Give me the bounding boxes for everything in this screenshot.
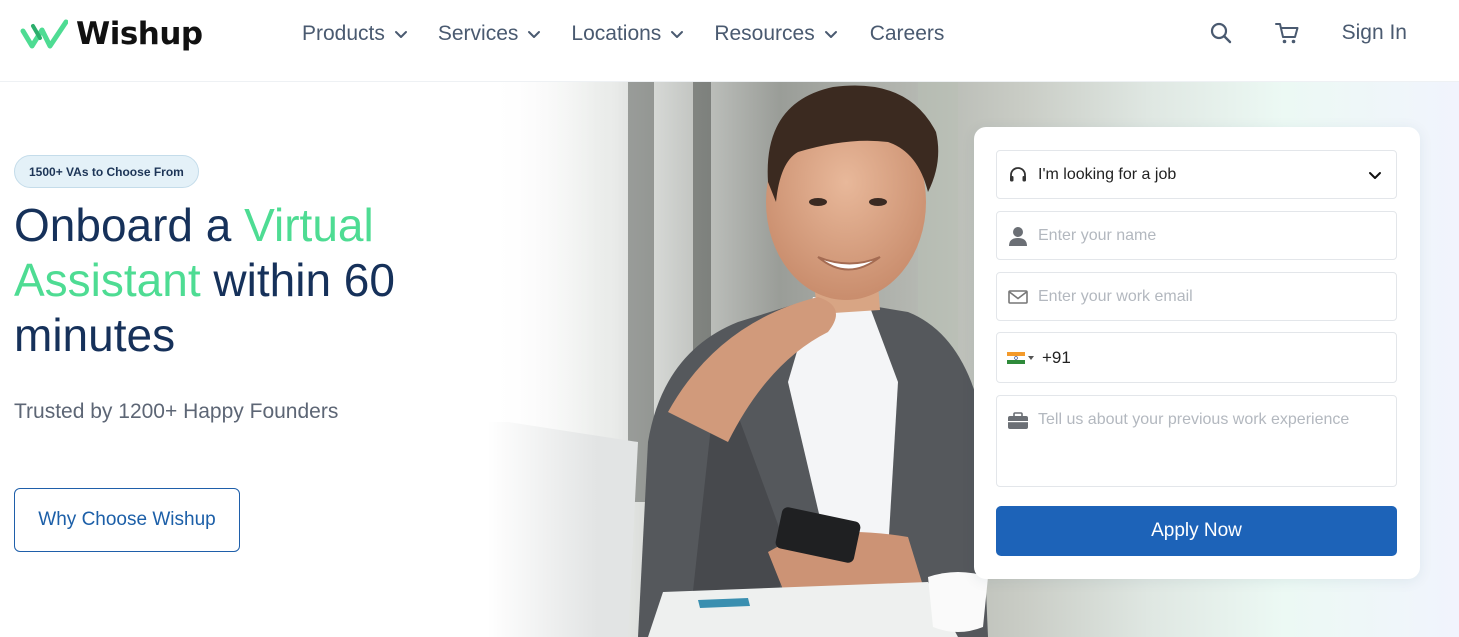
nav-careers[interactable]: Careers: [870, 20, 945, 48]
nav-resources[interactable]: Resources: [714, 20, 837, 48]
nav-label: Services: [437, 22, 519, 45]
hero-subline: Trusted by 1200+ Happy Founders: [14, 400, 339, 423]
country-code: +91: [1042, 347, 1071, 367]
search-icon: [1210, 22, 1231, 44]
user-icon: [1007, 225, 1029, 247]
chevron-down-icon: [528, 31, 541, 38]
apply-now-button[interactable]: Apply Now: [996, 506, 1397, 556]
nav-label: Products: [302, 22, 385, 45]
nav-label: Resources: [714, 22, 815, 45]
nav-label: Careers: [869, 22, 945, 45]
wishup-logo[interactable]: Wishup: [20, 16, 203, 52]
phone-field[interactable]: +91: [996, 332, 1397, 383]
header-actions: Sign In: [1208, 20, 1407, 46]
cart-button[interactable]: [1274, 20, 1300, 46]
chevron-down-icon: [824, 31, 837, 38]
main-nav: Products Services Locations Resources Ca…: [302, 20, 944, 48]
role-select-value: I'm looking for a job: [1038, 165, 1177, 183]
india-flag-icon[interactable]: [1007, 352, 1025, 364]
briefcase-icon: [1007, 410, 1029, 432]
search-button[interactable]: [1208, 20, 1234, 46]
role-select[interactable]: I'm looking for a job: [996, 150, 1397, 199]
name-field[interactable]: Enter your name: [996, 211, 1397, 260]
wishup-logo-icon: [20, 19, 68, 49]
name-placeholder: Enter your name: [1038, 226, 1157, 244]
chevron-down-icon: [394, 31, 407, 38]
apply-form-card: I'm looking for a job Enter your name En…: [974, 127, 1420, 579]
headset-icon: [1007, 164, 1029, 186]
chevron-down-icon: [671, 31, 684, 38]
vas-count-badge: 1500+ VAs to Choose From: [14, 155, 199, 188]
brand-name: Wishup: [76, 16, 203, 52]
email-field[interactable]: Enter your work email: [996, 272, 1397, 321]
headline-part1: Onboard a: [14, 199, 245, 251]
why-choose-wishup-button[interactable]: Why Choose Wishup: [14, 488, 240, 552]
experience-placeholder: Tell us about your previous work experie…: [1038, 411, 1350, 428]
site-header: Wishup Products Services Locations Resou…: [0, 0, 1459, 82]
experience-textarea[interactable]: Tell us about your previous work experie…: [996, 395, 1397, 487]
nav-label: Locations: [571, 22, 662, 45]
chevron-down-icon: [1369, 171, 1381, 179]
cart-icon: [1274, 23, 1299, 44]
hero-headline: Onboard a Virtual Assistant within 60 mi…: [14, 198, 474, 363]
mail-icon: [1007, 286, 1029, 308]
nav-services[interactable]: Services: [438, 20, 542, 48]
nav-locations[interactable]: Locations: [571, 20, 684, 48]
email-placeholder: Enter your work email: [1038, 287, 1193, 305]
caret-down-icon: [1028, 356, 1034, 360]
nav-products[interactable]: Products: [302, 20, 408, 48]
sign-in-link[interactable]: Sign In: [1342, 21, 1407, 45]
